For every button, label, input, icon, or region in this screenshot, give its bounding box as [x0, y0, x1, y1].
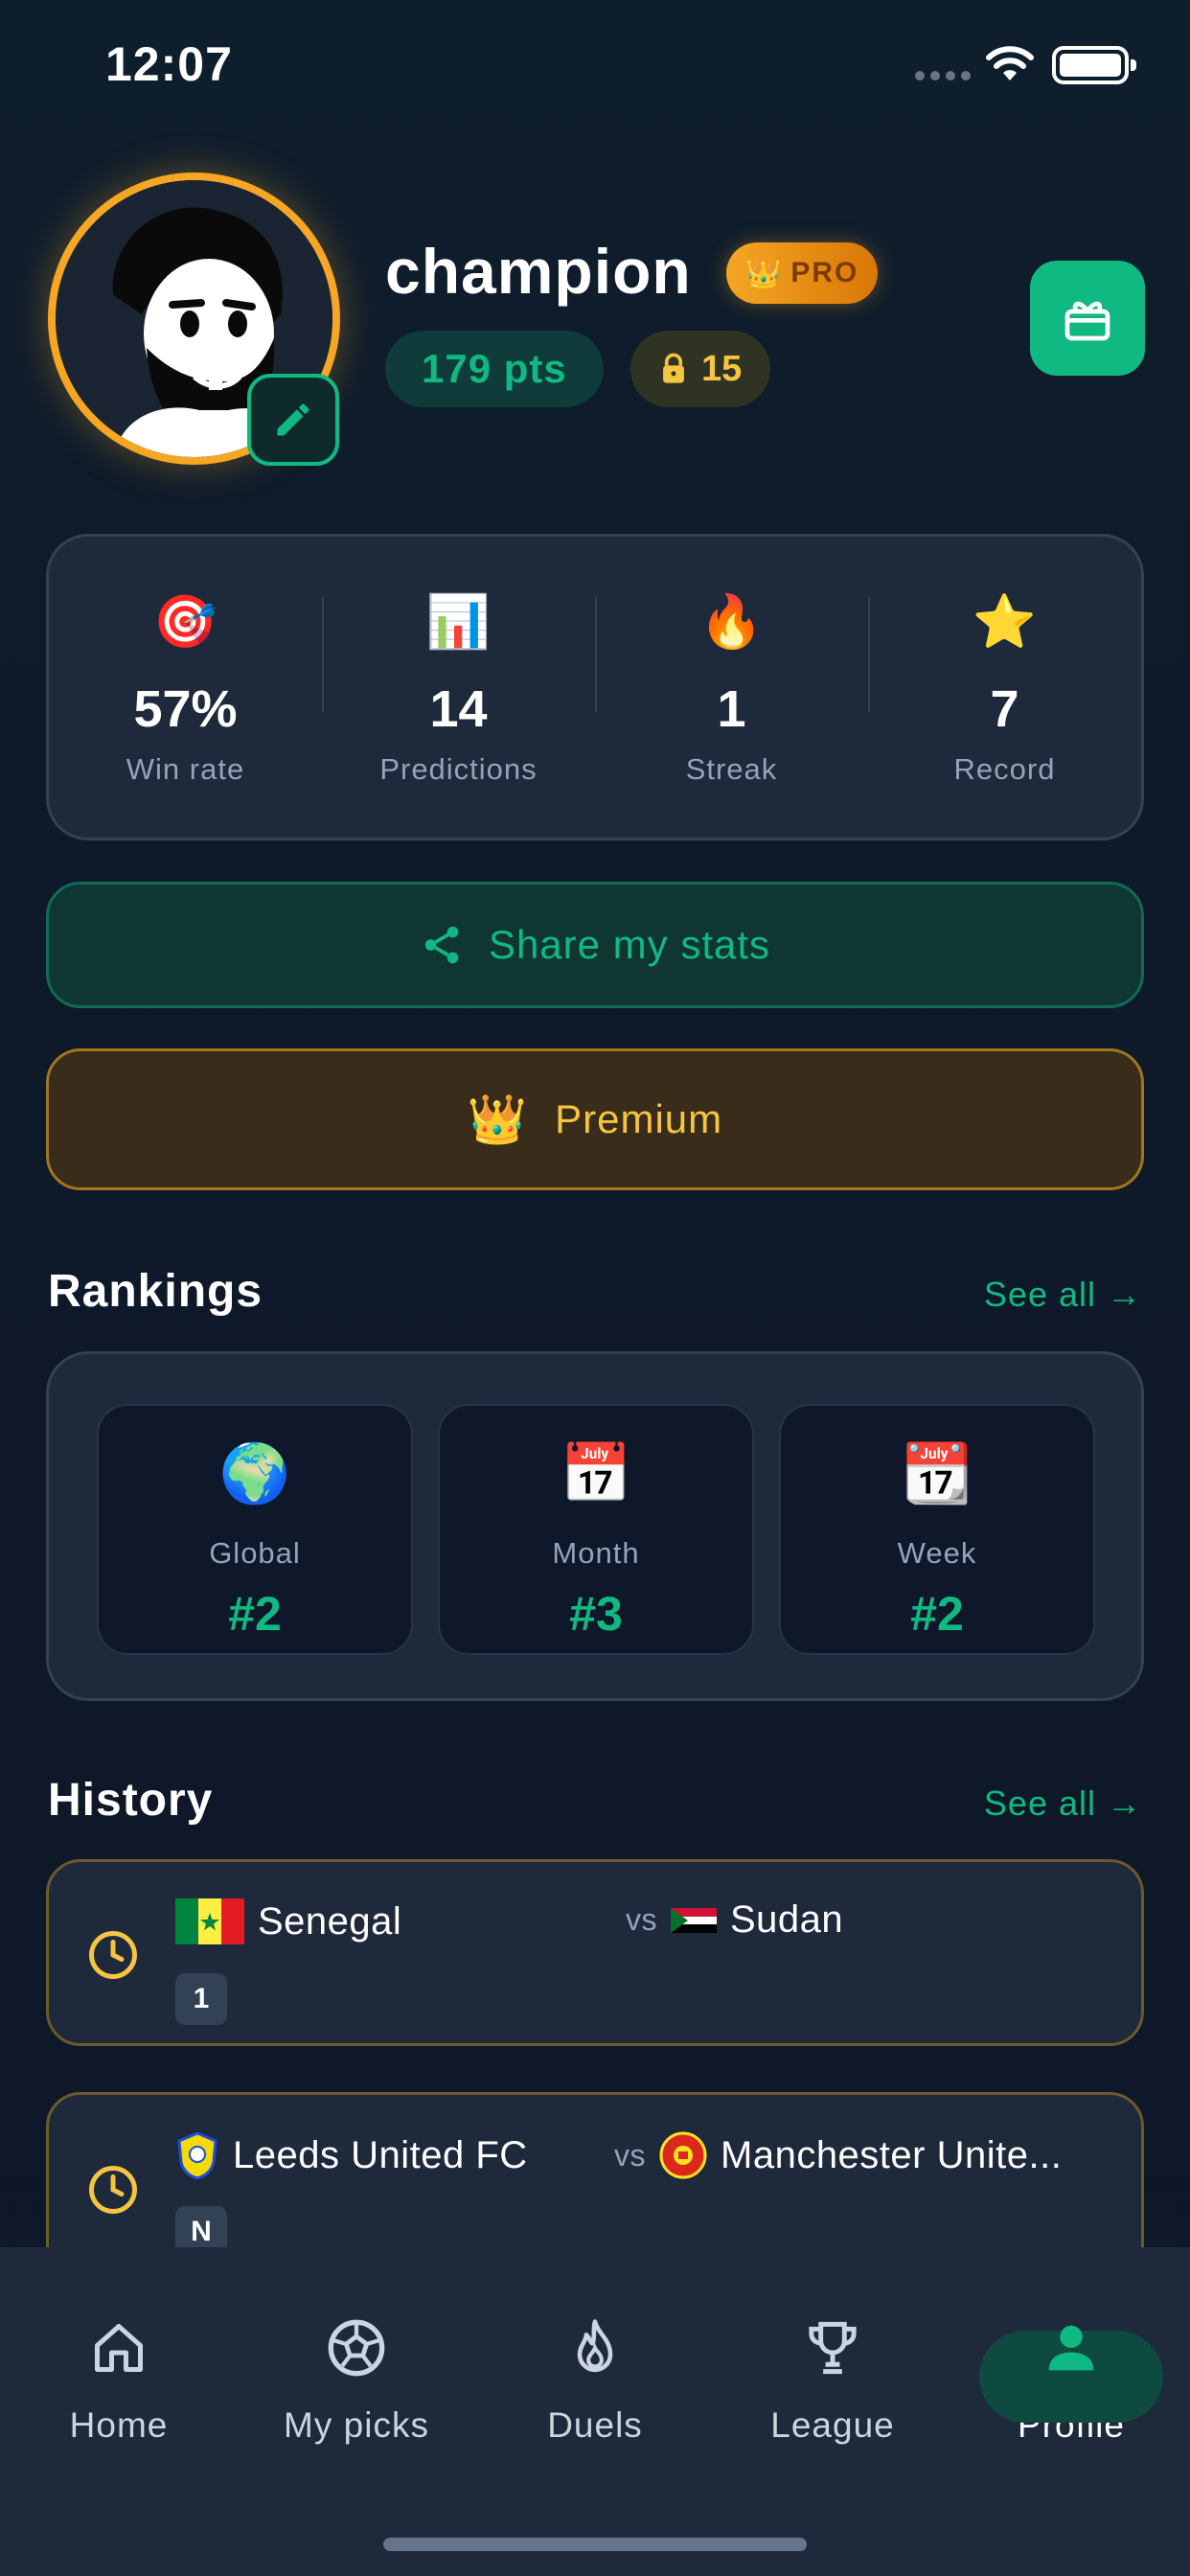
tab-label: Duels: [547, 2405, 643, 2445]
tab-label: League: [770, 2405, 895, 2445]
pro-badge: 👑 PRO: [726, 242, 879, 304]
leeds-crest-icon: [177, 2131, 217, 2179]
profile-screen: 12:07 champion 👑 PRO 179 pts 15 🎯 57% Wi…: [0, 0, 1190, 2576]
rank-label: Week: [897, 1536, 977, 1570]
stat-record: ⭐ 7 Record: [868, 587, 1141, 787]
home-icon: [95, 2324, 143, 2372]
rankings-see-all-link[interactable]: See all →: [984, 1275, 1142, 1315]
rank-label: Global: [209, 1536, 301, 1570]
calendar-icon: 📅: [560, 1441, 632, 1506]
vs-label: vs: [626, 1902, 657, 1937]
rank-tile-month[interactable]: 📅 Month #3: [438, 1404, 754, 1655]
tab-bar: Home My picks Duels League Profile: [0, 2247, 1190, 2576]
away-team-name: Sudan: [730, 1898, 844, 1941]
tab-league[interactable]: League: [737, 2290, 928, 2446]
soccer-ball-icon: [328, 2319, 385, 2377]
bar-chart-icon: 📊: [425, 593, 492, 651]
wifi-icon: [986, 46, 1034, 80]
rank-tile-week[interactable]: 📆 Week #2: [779, 1404, 1095, 1655]
stats-card: 🎯 57% Win rate 📊 14 Predictions 🔥 1 Stre…: [46, 534, 1144, 840]
crown-icon: 👑: [745, 257, 782, 289]
lock-icon: [663, 353, 684, 383]
flame-icon: [577, 2319, 613, 2373]
trophy-icon: [809, 2321, 857, 2375]
stat-label: Streak: [685, 752, 778, 786]
stat-value: 1: [717, 680, 746, 738]
share-stats-label: Share my stats: [488, 922, 771, 967]
target-icon: 🎯: [152, 593, 218, 651]
sudan-flag-icon: [671, 1907, 717, 1933]
edit-avatar-button[interactable]: [247, 374, 339, 466]
home-team-name: Senegal: [258, 1899, 402, 1943]
pro-badge-label: PRO: [790, 257, 859, 288]
share-icon: [424, 926, 459, 964]
home-team: Senegal: [175, 1898, 401, 1944]
stat-label: Predictions: [379, 752, 538, 786]
star-icon: ⭐: [972, 593, 1038, 651]
manchester-united-crest-icon: [659, 2131, 707, 2179]
pencil-icon: [277, 403, 309, 436]
stat-value: 57%: [133, 680, 238, 738]
gift-button[interactable]: [1030, 261, 1145, 376]
tab-home[interactable]: Home: [23, 2290, 215, 2446]
senegal-flag-icon: [175, 1898, 244, 1944]
home-team: Leeds United FC: [175, 2131, 528, 2179]
away-team: vs Sudan: [626, 1898, 843, 1942]
battery-icon: [1052, 46, 1136, 84]
pick-tag: 1: [175, 1973, 227, 2025]
share-stats-button[interactable]: Share my stats: [46, 882, 1144, 1008]
locked-count: 15: [701, 348, 743, 389]
signal-icon: [915, 71, 971, 80]
stat-label: Win rate: [126, 752, 245, 786]
rank-value: #3: [569, 1587, 623, 1641]
home-team-name: Leeds United FC: [233, 2133, 528, 2176]
history-title: History: [48, 1775, 214, 1826]
away-team: vs Manchester Unite...: [614, 2131, 1062, 2179]
rankings-title: Rankings: [48, 1266, 263, 1317]
rank-label: Month: [552, 1536, 640, 1570]
stat-streak: 🔥 1 Streak: [595, 587, 868, 787]
tab-my-picks[interactable]: My picks: [261, 2290, 452, 2446]
person-icon: [1048, 2325, 1094, 2371]
gift-icon: [1064, 301, 1110, 341]
rank-value: #2: [228, 1587, 282, 1641]
premium-label: Premium: [555, 1096, 723, 1141]
tear-off-calendar-icon: 📆: [901, 1441, 973, 1506]
status-time: 12:07: [105, 37, 233, 91]
premium-button[interactable]: 👑 Premium: [46, 1048, 1144, 1190]
points-pill: 179 pts: [385, 331, 604, 407]
locked-picks-pill: 15: [630, 331, 771, 407]
vs-label: vs: [614, 2137, 646, 2173]
home-indicator[interactable]: [383, 2538, 807, 2551]
tab-profile[interactable]: Profile: [975, 2290, 1167, 2446]
username: champion: [385, 236, 692, 307]
clock-icon: [89, 1931, 137, 1979]
stat-value: 14: [429, 680, 488, 738]
stat-win-rate: 🎯 57% Win rate: [49, 587, 322, 787]
globe-icon: 🌍: [218, 1441, 291, 1506]
history-match-card[interactable]: Senegal vs Sudan 1: [46, 1859, 1144, 2046]
rankings-card: 🌍 Global #2 📅 Month #3 📆 Week #2: [46, 1351, 1144, 1701]
stat-value: 7: [990, 680, 1019, 738]
fire-icon: 🔥: [698, 593, 765, 651]
clock-icon: [89, 2166, 137, 2214]
tab-label: Home: [69, 2405, 169, 2445]
stat-predictions: 📊 14 Predictions: [322, 587, 595, 787]
rank-tile-global[interactable]: 🌍 Global #2: [97, 1404, 413, 1655]
crown-icon: 👑: [467, 1092, 529, 1146]
rank-value: #2: [910, 1587, 964, 1641]
tab-duels[interactable]: Duels: [499, 2290, 691, 2446]
away-team-name: Manchester Unite...: [721, 2133, 1063, 2176]
stat-label: Record: [953, 752, 1056, 786]
tab-label: My picks: [284, 2405, 429, 2445]
history-see-all-link[interactable]: See all →: [984, 1783, 1142, 1824]
